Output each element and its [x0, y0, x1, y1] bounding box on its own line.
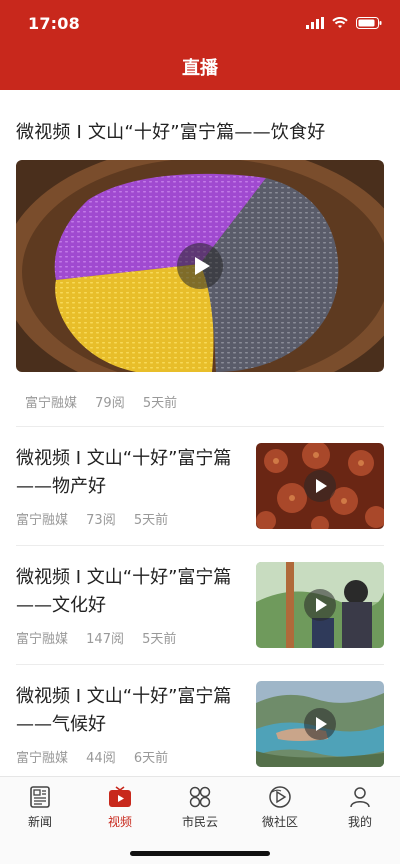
tab-video[interactable]: 视频 [80, 777, 160, 837]
item-title[interactable]: 微视频 I 文山“十好”富宁篇——物产好 [16, 445, 242, 501]
item-title[interactable]: 微视频 I 文山“十好”富宁篇——文化好 [16, 564, 242, 620]
battery-icon [356, 17, 382, 29]
divider [16, 426, 384, 427]
tab-community[interactable]: 微社区 [240, 777, 320, 837]
featured-thumbnail[interactable] [16, 160, 384, 372]
tab-label: 微社区 [261, 815, 298, 829]
list-item[interactable]: 微视频 I 文山“十好”富宁篇——文化好 富宁融媒 147阅 5天前 [0, 552, 400, 670]
read-count: 147阅 [86, 632, 124, 647]
newspaper-icon [30, 786, 50, 808]
item-thumbnail[interactable] [256, 562, 384, 648]
wifi-icon [332, 17, 348, 28]
publish-age: 5天前 [133, 513, 169, 528]
community-icon [269, 786, 291, 808]
read-count: 44阅 [86, 751, 116, 766]
source-label: 富宁融媒 [16, 751, 69, 766]
item-meta: 富宁融媒 44阅 6天前 [16, 747, 182, 766]
publish-age: 5天前 [142, 632, 177, 647]
read-count: 79阅 [95, 396, 125, 411]
source-label: 富宁融媒 [25, 396, 78, 411]
item-thumbnail[interactable] [256, 443, 384, 529]
tab-news[interactable]: 新闻 [0, 777, 80, 837]
play-button[interactable] [304, 470, 336, 502]
tab-label: 我的 [347, 815, 372, 829]
list-item[interactable]: 微视频 I 文山“十好”富宁篇——气候好 富宁融媒 44阅 6天前 [0, 671, 400, 776]
publish-age: 6天前 [133, 751, 169, 766]
home-indicator [130, 851, 270, 856]
play-icon [194, 257, 210, 275]
item-meta: 富宁融媒 73阅 5天前 [16, 509, 182, 528]
divider [16, 664, 384, 665]
item-meta: 富宁融媒 147阅 5天前 [16, 628, 190, 647]
user-icon [350, 787, 370, 808]
divider [16, 545, 384, 546]
video-play-icon [109, 786, 131, 807]
play-button[interactable] [177, 243, 223, 289]
play-icon [316, 598, 327, 612]
source-label: 富宁融媒 [16, 632, 69, 647]
publish-age: 5天前 [142, 396, 178, 411]
four-circles-icon [189, 786, 211, 808]
read-count: 73阅 [86, 513, 116, 528]
play-icon [316, 479, 327, 493]
play-button[interactable] [304, 589, 336, 621]
list-item[interactable]: 微视频 I 文山“十好”富宁篇——物产好 富宁融媒 73阅 5天前 [0, 433, 400, 551]
status-bar: 17:08 [0, 0, 400, 46]
item-thumbnail[interactable] [256, 681, 384, 767]
video-feed[interactable]: 微视频 I 文山“十好”富宁篇——饮食好 富宁融媒 79阅 5天前 微视频 I … [0, 90, 400, 776]
source-label: 富宁融媒 [16, 513, 69, 528]
play-button[interactable] [304, 708, 336, 740]
page-title: 直播 [182, 58, 218, 79]
tab-label: 市民云 [181, 815, 218, 829]
featured-meta: 富宁融媒 79阅 5天前 [25, 392, 191, 411]
top-bar: 17:08 直播 [0, 0, 400, 90]
featured-title[interactable]: 微视频 I 文山“十好”富宁篇——饮食好 [16, 118, 325, 144]
play-icon [316, 717, 327, 731]
tab-label: 视频 [107, 815, 132, 829]
system-icons [306, 15, 382, 31]
status-time: 17:08 [28, 14, 80, 33]
item-title[interactable]: 微视频 I 文山“十好”富宁篇——气候好 [16, 683, 242, 739]
tab-label: 新闻 [27, 815, 52, 829]
signal-icon [306, 17, 324, 29]
tab-citizen-cloud[interactable]: 市民云 [160, 777, 240, 837]
tab-me[interactable]: 我的 [320, 777, 400, 837]
